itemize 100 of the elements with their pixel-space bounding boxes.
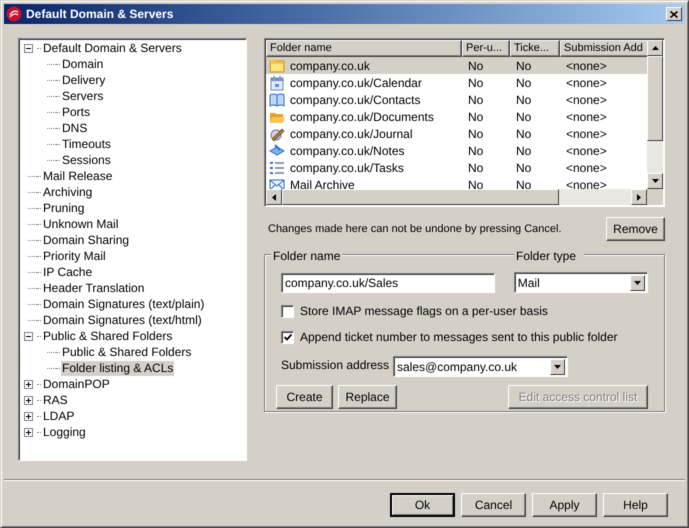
horizontal-scrollbar[interactable]: [266, 189, 647, 205]
scroll-right-button[interactable]: [631, 189, 647, 205]
tree-item[interactable]: DomainPOP: [42, 376, 111, 392]
up-arrow-icon: [652, 46, 658, 50]
scroll-left-button[interactable]: [266, 189, 282, 205]
table-cell-text: No: [516, 126, 532, 142]
expand-icon[interactable]: [24, 380, 33, 388]
right-arrow-icon: [637, 194, 641, 200]
tree-item[interactable]: Unknown Mail: [42, 216, 120, 232]
table-cell-text: company.co.uk/Tasks: [290, 160, 404, 176]
table-cell-text: company.co.uk/Documents: [290, 108, 434, 126]
folder-type-dropdown[interactable]: Mail: [514, 272, 648, 293]
tree-item[interactable]: Public & Shared Folders: [42, 328, 174, 344]
tree-item[interactable]: Domain Signatures (text/html): [42, 312, 203, 328]
remove-button[interactable]: Remove: [606, 217, 665, 241]
table-cell-text: Mail Archive: [290, 176, 355, 189]
left-arrow-icon: [272, 194, 276, 200]
tree-item[interactable]: Archiving: [42, 184, 94, 200]
table-cell-text: No: [468, 176, 484, 189]
tree-item[interactable]: Priority Mail: [42, 248, 107, 264]
dialog-button[interactable]: Apply: [532, 493, 597, 517]
tree-item[interactable]: Servers: [61, 88, 104, 104]
envelope-icon: [269, 176, 285, 189]
checkbox[interactable]: [281, 330, 294, 344]
close-button[interactable]: [666, 7, 682, 21]
vertical-scrollbar[interactable]: [647, 40, 663, 189]
form-button[interactable]: Replace: [338, 385, 397, 409]
tree-item[interactable]: Domain: [61, 56, 104, 72]
table-cell-text: No: [468, 92, 484, 108]
dialog-button[interactable]: Ok: [390, 493, 455, 517]
expand-icon[interactable]: [24, 396, 33, 404]
table-cell-text: No: [516, 176, 532, 189]
table-cell-text: company.co.uk/Contacts: [290, 92, 421, 108]
expand-icon[interactable]: [24, 428, 33, 436]
tree-item[interactable]: Pruning: [42, 200, 86, 216]
tree-item[interactable]: Header Translation: [42, 280, 146, 296]
scroll-thumb[interactable]: [647, 56, 663, 141]
tree-item[interactable]: Ports: [61, 104, 92, 120]
tree-item[interactable]: Domain Sharing: [42, 232, 130, 248]
tree-item[interactable]: Folder listing & ACLs: [61, 360, 174, 376]
list-icon: [269, 160, 285, 176]
check-icon: [284, 334, 292, 340]
table-cell-text: <none>: [566, 160, 607, 176]
table-cell-text: <none>: [566, 142, 607, 160]
window-title: Default Domain & Servers: [26, 6, 174, 23]
scroll-down-button[interactable]: [647, 173, 663, 189]
tree-item[interactable]: LDAP: [42, 408, 76, 424]
tree-item[interactable]: Domain Signatures (text/plain): [42, 296, 206, 312]
table-cell-text: No: [516, 92, 532, 108]
dropdown-arrow-icon: [634, 280, 641, 284]
column-header[interactable]: Folder name: [266, 40, 462, 57]
tree-item[interactable]: DNS: [61, 120, 88, 136]
expand-icon[interactable]: [24, 412, 33, 420]
warning-note: Changes made here can not be undone by pressing Cancel.: [267, 222, 562, 237]
table-cell-text: <none>: [566, 74, 607, 92]
table-cell-text: No: [468, 74, 484, 92]
table-cell-text: <none>: [566, 176, 607, 189]
calendar-icon: [269, 74, 285, 90]
close-icon: [670, 10, 678, 18]
scroll-up-button[interactable]: [647, 40, 663, 56]
folder-name-field[interactable]: company.co.uk/Sales: [281, 272, 495, 292]
table-cell-text: No: [516, 160, 532, 176]
folder-row[interactable]: company.co.uk No No <none>: [266, 57, 647, 74]
column-header[interactable]: Per-u...: [462, 40, 510, 57]
table-cell-text: No: [516, 142, 532, 160]
tree-item[interactable]: Default Domain & Servers: [42, 40, 183, 56]
table-cell-text: company.co.uk/Calendar: [290, 74, 422, 92]
tree-item[interactable]: Public & Shared Folders: [61, 344, 192, 360]
table-cell-text: No: [516, 58, 532, 74]
tree-item[interactable]: Mail Release: [42, 168, 114, 184]
column-header[interactable]: Ticke...: [510, 40, 560, 57]
folder-icon: [269, 58, 285, 74]
form-button[interactable]: Create: [276, 385, 333, 409]
tree-item[interactable]: RAS: [42, 392, 69, 408]
dialog-button[interactable]: Cancel: [461, 493, 526, 517]
table-cell-text: company.co.uk/Notes: [290, 142, 404, 160]
tree-item[interactable]: Sessions: [61, 152, 112, 168]
tree-item[interactable]: Timeouts: [61, 136, 112, 152]
table-cell-text: <none>: [566, 58, 607, 74]
dialog-button[interactable]: Help: [603, 493, 668, 517]
tree-item[interactable]: Logging: [42, 424, 87, 440]
column-header[interactable]: Submission Add: [560, 40, 647, 57]
scroll-thumb[interactable]: [282, 189, 559, 205]
collapse-icon[interactable]: [24, 332, 33, 340]
tree-item[interactable]: IP Cache: [42, 264, 94, 280]
tree-item[interactable]: Delivery: [61, 72, 106, 88]
checkbox[interactable]: [281, 304, 294, 318]
table-cell-text: company.co.uk/Journal: [290, 126, 413, 142]
table-cell-text: No: [468, 108, 484, 126]
submission-address-dropdown[interactable]: sales@company.co.uk: [393, 356, 568, 377]
submission-address-label: Submission address: [281, 356, 390, 374]
table-cell-text: No: [468, 142, 484, 160]
checkbox-label: Store IMAP message flags on a per-user basis: [300, 303, 548, 320]
table-cell-text: <none>: [566, 108, 607, 126]
table-cell-text: No: [468, 160, 484, 176]
table-cell-text: <none>: [566, 92, 607, 108]
notepad-icon: [269, 142, 285, 158]
collapse-icon[interactable]: [24, 44, 33, 52]
book-icon: [269, 92, 285, 108]
table-cell-text: <none>: [566, 126, 607, 142]
